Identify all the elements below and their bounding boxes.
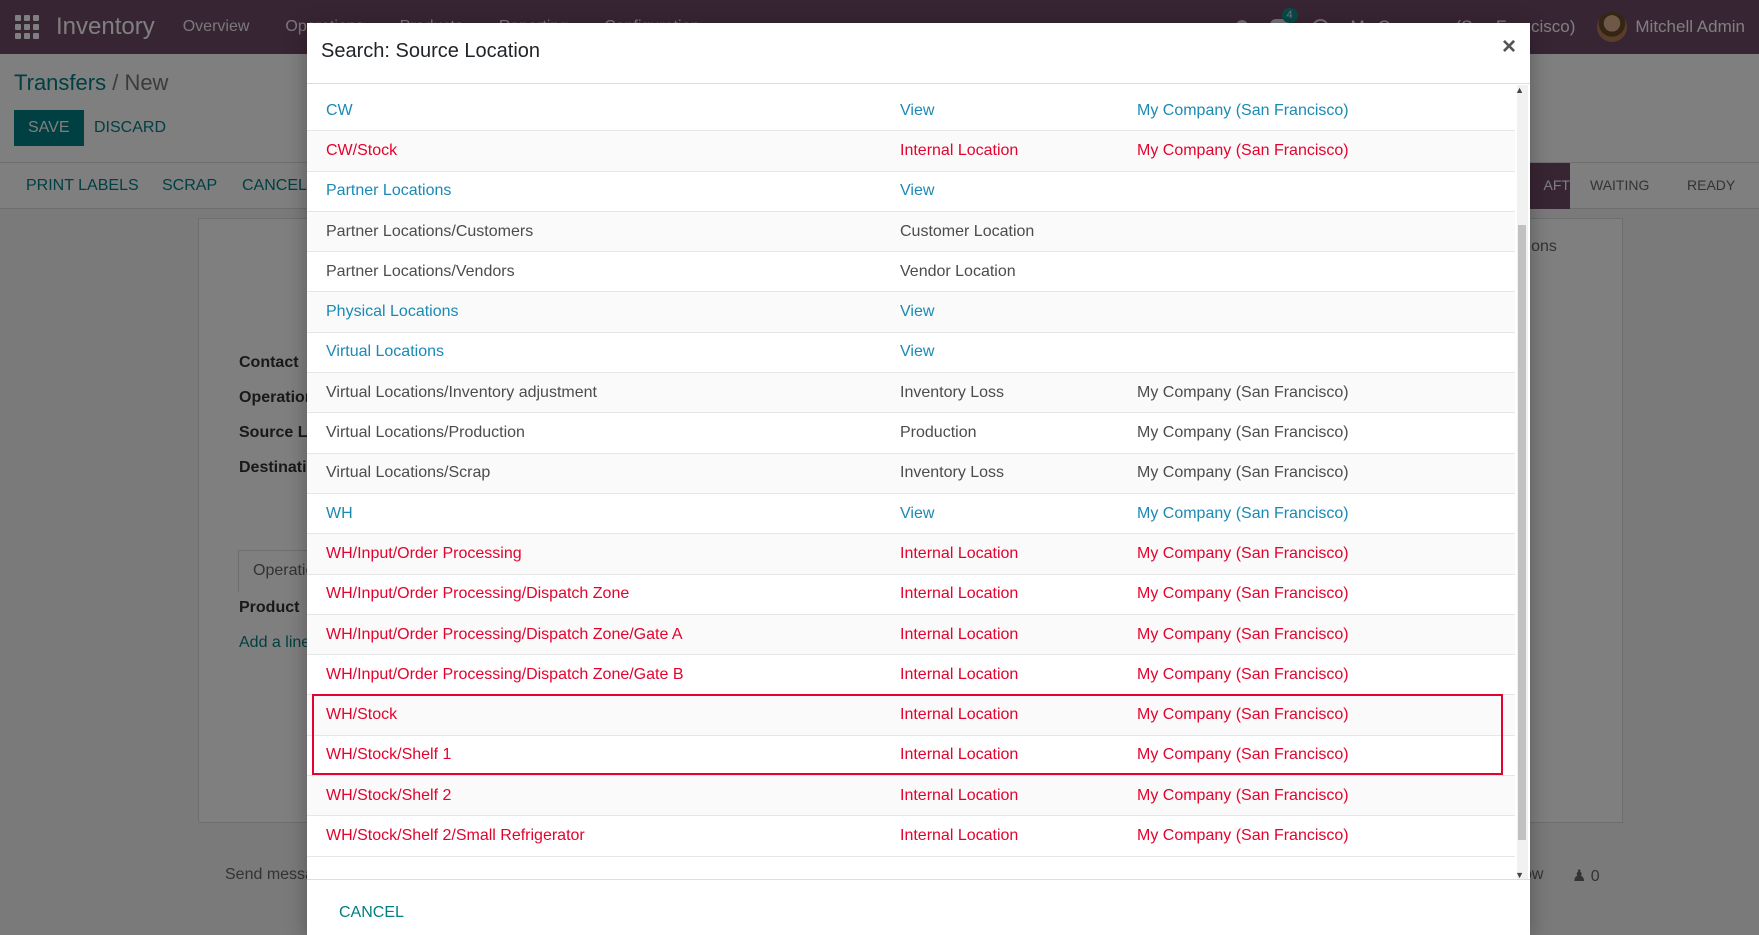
cancel-button[interactable]: CANCEL bbox=[339, 904, 404, 922]
location-type-cell[interactable]: Internal Location bbox=[900, 787, 1130, 805]
location-type-cell[interactable]: Internal Location bbox=[900, 706, 1130, 724]
table-row[interactable]: Virtual Locations/Inventory adjustment In… bbox=[307, 373, 1515, 414]
dialog-scrollbar[interactable]: ▲ ▼ bbox=[1515, 85, 1528, 879]
location-name-cell[interactable]: Virtual Locations/Scrap bbox=[307, 464, 900, 482]
scrollbar-thumb[interactable] bbox=[1518, 225, 1526, 840]
table-row[interactable]: WH/Stock/Shelf 2/Small Refrigerator Inter… bbox=[307, 816, 1515, 857]
table-row[interactable]: Virtual Locations/Production Production My… bbox=[307, 413, 1515, 454]
company-cell[interactable]: My Company (San Francisco) bbox=[1130, 585, 1515, 603]
location-name-cell[interactable]: Partner Locations bbox=[307, 182, 900, 200]
table-row[interactable]: Virtual Locations View bbox=[307, 333, 1515, 374]
location-type-cell[interactable]: Internal Location bbox=[900, 585, 1130, 603]
location-type-cell[interactable]: Vendor Location bbox=[900, 263, 1130, 281]
table-row[interactable]: CW/Stock Internal Location My Company (San… bbox=[307, 131, 1515, 172]
location-type-cell[interactable]: Internal Location bbox=[900, 746, 1130, 764]
location-name-cell[interactable]: Physical Locations bbox=[307, 303, 900, 321]
location-name-cell[interactable]: Virtual Locations bbox=[307, 343, 900, 361]
table-row[interactable]: WH/Stock/Shelf 2 Internal Location My Comp… bbox=[307, 776, 1515, 817]
company-cell[interactable]: My Company (San Francisco) bbox=[1130, 424, 1515, 442]
location-type-cell[interactable]: Customer Location bbox=[900, 223, 1130, 241]
company-cell[interactable]: My Company (San Francisco) bbox=[1130, 746, 1515, 764]
company-cell[interactable]: My Company (San Francisco) bbox=[1130, 827, 1515, 845]
table-row[interactable]: WH/Input/Order Processing/Dispatch Zone/… bbox=[307, 614, 1515, 656]
location-name-cell[interactable]: WH/Stock/Shelf 2/Small Refrigerator bbox=[307, 827, 900, 845]
location-type-cell[interactable]: Internal Location bbox=[900, 827, 1130, 845]
table-row[interactable]: Partner Locations View bbox=[307, 172, 1515, 212]
location-name-cell[interactable]: WH/Stock/Shelf 1 bbox=[307, 746, 900, 764]
location-name-cell[interactable]: WH/Input/Order Processing/Dispatch Zone bbox=[307, 585, 900, 603]
table-row[interactable]: Virtual Locations/Scrap Inventory Loss My … bbox=[307, 453, 1515, 494]
dialog-header: Search: Source Location × bbox=[307, 23, 1530, 84]
location-type-cell[interactable]: Inventory Loss bbox=[900, 464, 1130, 482]
location-type-cell[interactable]: Production bbox=[900, 424, 1130, 442]
table-row[interactable]: WH View My Company (San Francisco) bbox=[307, 494, 1515, 535]
location-name-cell[interactable]: Partner Locations/Vendors bbox=[307, 263, 900, 281]
location-type-cell[interactable]: Internal Location bbox=[900, 142, 1130, 160]
location-name-cell[interactable]: WH/Input/Order Processing bbox=[307, 545, 900, 563]
location-name-cell[interactable]: CW/Stock bbox=[307, 142, 900, 160]
scroll-up-arrow-icon[interactable]: ▲ bbox=[1515, 85, 1524, 95]
location-type-cell[interactable]: View bbox=[900, 102, 1130, 120]
location-name-cell[interactable]: WH/Input/Order Processing/Dispatch Zone/… bbox=[307, 666, 900, 684]
location-name-cell[interactable]: WH/Stock bbox=[307, 706, 900, 724]
table-row[interactable]: Physical Locations View bbox=[307, 292, 1515, 333]
company-cell[interactable]: My Company (San Francisco) bbox=[1130, 384, 1515, 402]
search-source-location-dialog: Search: Source Location × CW View My Compa… bbox=[307, 23, 1530, 935]
table-row[interactable]: WH/Stock/Shelf 1 Internal Location My Comp… bbox=[307, 736, 1515, 777]
company-cell[interactable]: My Company (San Francisco) bbox=[1130, 787, 1515, 805]
table-row[interactable]: CW View My Company (San Francisco) bbox=[307, 91, 1515, 132]
close-icon[interactable]: × bbox=[1502, 35, 1516, 59]
location-type-cell[interactable]: View bbox=[900, 303, 1130, 321]
company-cell[interactable]: My Company (San Francisco) bbox=[1130, 142, 1515, 160]
table-row[interactable]: Partner Locations/Customers Customer Loca… bbox=[307, 211, 1515, 253]
dialog-title: Search: Source Location bbox=[321, 40, 541, 62]
company-cell[interactable]: My Company (San Francisco) bbox=[1130, 545, 1515, 563]
location-name-cell[interactable]: WH/Stock/Shelf 2 bbox=[307, 787, 900, 805]
company-cell[interactable]: My Company (San Francisco) bbox=[1130, 505, 1515, 523]
location-name-cell[interactable]: WH/Input/Order Processing/Dispatch Zone/… bbox=[307, 626, 900, 644]
location-name-cell[interactable]: CW bbox=[307, 102, 900, 120]
location-name-cell[interactable]: Partner Locations/Customers bbox=[307, 223, 900, 241]
location-name-cell[interactable]: WH bbox=[307, 505, 900, 523]
location-type-cell[interactable]: View bbox=[900, 505, 1130, 523]
company-cell[interactable]: My Company (San Francisco) bbox=[1130, 626, 1515, 644]
table-row[interactable]: WH/Stock Internal Location My Company (San… bbox=[307, 695, 1515, 736]
dialog-footer: CANCEL bbox=[307, 881, 1530, 935]
location-name-cell[interactable]: Virtual Locations/Production bbox=[307, 424, 900, 442]
location-type-cell[interactable]: Internal Location bbox=[900, 545, 1130, 563]
company-cell[interactable]: My Company (San Francisco) bbox=[1130, 666, 1515, 684]
company-cell[interactable]: My Company (San Francisco) bbox=[1130, 102, 1515, 120]
table-row[interactable]: WH/Input/Order Processing/Dispatch Zone I… bbox=[307, 575, 1515, 615]
location-type-cell[interactable]: View bbox=[900, 182, 1130, 200]
location-type-cell[interactable]: Internal Location bbox=[900, 666, 1130, 684]
table-row[interactable]: Partner Locations/Vendors Vendor Location bbox=[307, 252, 1515, 293]
company-cell[interactable]: My Company (San Francisco) bbox=[1130, 464, 1515, 482]
dialog-body: CW View My Company (San Francisco) CW/Stock… bbox=[307, 85, 1530, 880]
table-row[interactable]: WH/Input/Order Processing/Dispatch Zone/… bbox=[307, 655, 1515, 696]
locations-list: CW View My Company (San Francisco) CW/Stock… bbox=[307, 91, 1515, 857]
scroll-down-arrow-icon[interactable]: ▼ bbox=[1515, 870, 1524, 879]
location-type-cell[interactable]: Internal Location bbox=[900, 626, 1130, 644]
company-cell[interactable]: My Company (San Francisco) bbox=[1130, 706, 1515, 724]
location-name-cell[interactable]: Virtual Locations/Inventory adjustment bbox=[307, 384, 900, 402]
location-type-cell[interactable]: Inventory Loss bbox=[900, 384, 1130, 402]
table-row[interactable]: WH/Input/Order Processing Internal Locati… bbox=[307, 534, 1515, 575]
location-type-cell[interactable]: View bbox=[900, 343, 1130, 361]
